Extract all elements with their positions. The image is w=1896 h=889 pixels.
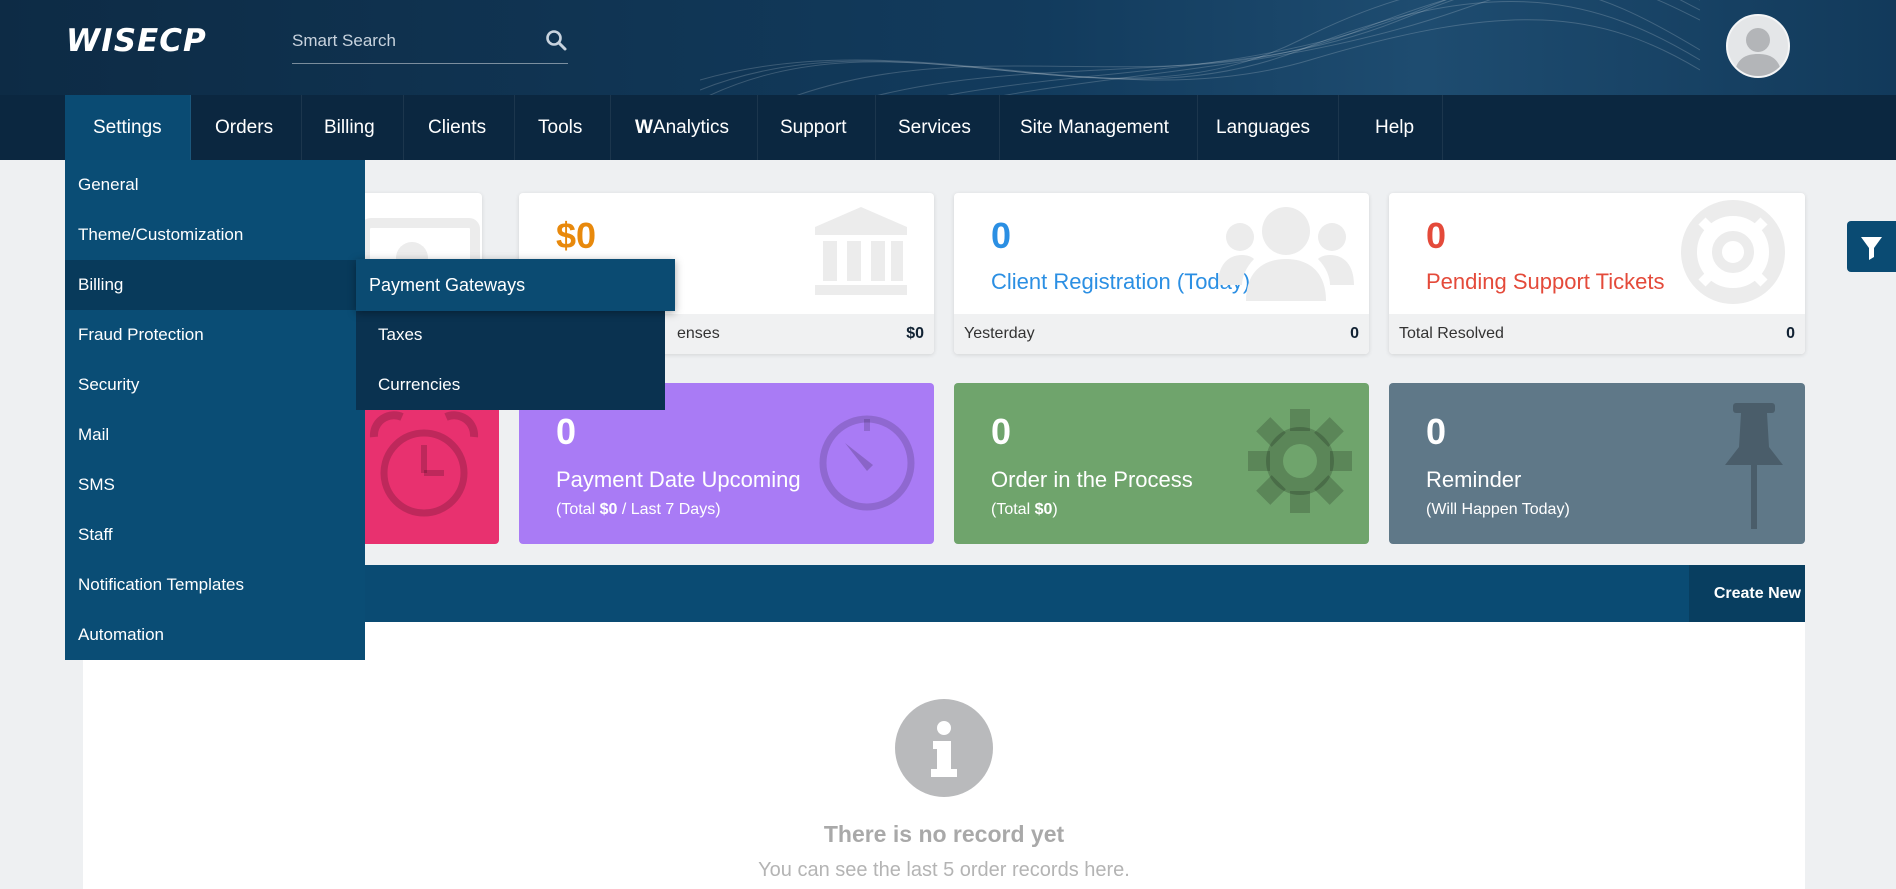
support-tickets-footer: Total Resolved 0 (1389, 314, 1805, 354)
support-tickets-card[interactable]: 0 Pending Support Tickets Total Resolved… (1389, 193, 1805, 354)
client-registration-label: Client Registration (Today) (991, 269, 1251, 294)
wisecp-logo[interactable]: WISECP (66, 26, 207, 57)
menu-item-billing[interactable]: Billing (65, 260, 365, 310)
user-icon (1734, 28, 1782, 76)
nav-support[interactable]: Support (752, 95, 876, 160)
client-registration-card[interactable]: 0 Client Registration (Today) Yesterday … (954, 193, 1369, 354)
submenu-item-currencies[interactable]: Currencies (356, 360, 665, 410)
menu-item-fraud-protection[interactable]: Fraud Protection (65, 310, 365, 360)
reminder-label: Reminder (1426, 467, 1522, 492)
nav-clients[interactable]: Clients (400, 95, 516, 160)
order-in-process-label: Order in the Process (991, 467, 1193, 492)
menu-item-general[interactable]: General (65, 160, 365, 210)
smart-search (292, 22, 568, 64)
yesterday-value: 0 (1350, 325, 1359, 342)
create-new-button[interactable]: Create New (1688, 565, 1805, 622)
submenu-item-payment-gateways[interactable]: Payment Gateways (356, 259, 675, 311)
order-in-process-sub: (Total $0) (991, 501, 1058, 518)
search-input[interactable] (292, 26, 532, 56)
total-resolved-value: 0 (1786, 325, 1795, 342)
reminder-value: 0 (1426, 411, 1447, 452)
nav-tools[interactable]: Tools (510, 95, 612, 160)
empty-state-subtitle: You can see the last 5 order records her… (758, 859, 1130, 881)
menu-item-security[interactable]: Security (65, 360, 365, 410)
filter-icon (1861, 237, 1882, 260)
speedometer-icon (819, 415, 915, 511)
nav-billing[interactable]: Billing (296, 95, 404, 160)
lifebuoy-icon (1681, 200, 1785, 304)
payment-upcoming-sub: (Total $0 / Last 7 Days) (556, 501, 721, 518)
nav-wanalytics[interactable]: WAnalytics (607, 95, 758, 160)
bank-icon (815, 207, 907, 295)
nav-services[interactable]: Services (870, 95, 1000, 160)
main-navigation: Settings Orders Billing Clients Tools WA… (0, 95, 1896, 160)
pushpin-icon (1725, 403, 1783, 529)
nav-help[interactable]: Help (1347, 95, 1444, 160)
pending-tickets-label: Pending Support Tickets (1426, 269, 1665, 294)
pending-tickets-value: 0 (1426, 215, 1447, 256)
payment-upcoming-value: 0 (556, 411, 577, 452)
client-registration-value: 0 (991, 215, 1012, 256)
recent-orders-body: There is no record yet You can see the l… (83, 622, 1805, 889)
alarm-clock-icon (369, 411, 479, 517)
empty-state-title: There is no record yet (823, 821, 1065, 847)
menu-item-automation[interactable]: Automation (65, 610, 365, 660)
yesterday-label: Yesterday (964, 325, 1035, 342)
submenu-item-taxes[interactable]: Taxes (356, 310, 665, 360)
nav-settings[interactable]: Settings (65, 95, 191, 160)
billing-submenu: Payment Gateways Taxes Currencies (356, 259, 675, 410)
settings-dropdown-menu: General Theme/Customization Billing Frau… (65, 160, 365, 660)
gear-icon (1248, 409, 1352, 513)
total-resolved-label: Total Resolved (1399, 325, 1504, 342)
order-in-process-card[interactable]: 0 Order in the Process (Total $0) (954, 383, 1369, 544)
order-in-process-value: 0 (991, 411, 1012, 452)
menu-item-notification-templates[interactable]: Notification Templates (65, 560, 365, 610)
search-icon[interactable] (544, 28, 568, 52)
user-avatar[interactable] (1726, 14, 1790, 78)
payment-upcoming-label: Payment Date Upcoming (556, 467, 801, 492)
header-wave-decoration (700, 0, 1700, 95)
menu-item-sms[interactable]: SMS (65, 460, 365, 510)
top-header: WISECP (0, 0, 1896, 95)
menu-item-theme-customization[interactable]: Theme/Customization (65, 210, 365, 260)
income-footer-value: $0 (906, 325, 924, 342)
filter-button[interactable] (1847, 221, 1896, 272)
income-value: $0 (556, 215, 597, 256)
reminder-card[interactable]: 0 Reminder (Will Happen Today) (1389, 383, 1805, 544)
users-icon (1218, 207, 1354, 301)
menu-item-mail[interactable]: Mail (65, 410, 365, 460)
nav-languages[interactable]: Languages (1188, 95, 1340, 160)
nav-orders[interactable]: Orders (187, 95, 303, 160)
menu-item-staff[interactable]: Staff (65, 510, 365, 560)
nav-site-management[interactable]: Site Management (992, 95, 1198, 160)
info-icon (895, 699, 993, 797)
reminder-sub: (Will Happen Today) (1426, 501, 1570, 518)
income-footer-label: enses (677, 325, 720, 342)
client-registration-footer: Yesterday 0 (954, 314, 1369, 354)
